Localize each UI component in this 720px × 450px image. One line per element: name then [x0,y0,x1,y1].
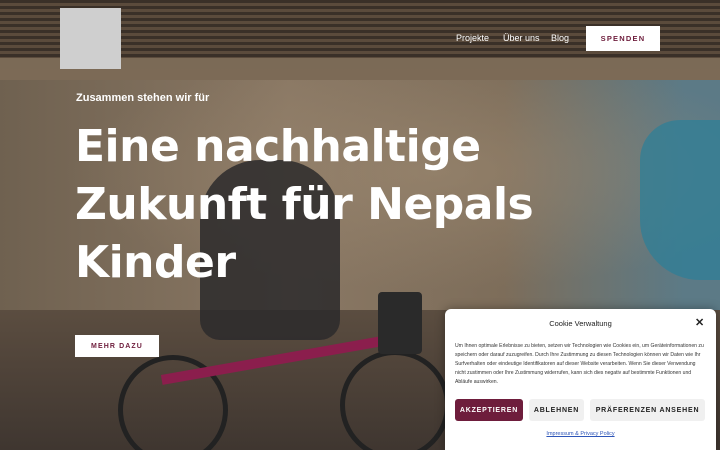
nav-link-ueber-uns[interactable]: Über uns [503,33,540,43]
imprint-privacy-link[interactable]: Impressum & Privacy Policy [445,431,716,437]
bicycle-front-wheel [340,350,450,450]
cookie-preferences-button[interactable]: PRÄFERENZEN ANSEHEN [590,399,705,421]
cookie-banner: Cookie Verwaltung ✕ Um Ihnen optimale Er… [445,309,716,450]
donate-button[interactable]: SPENDEN [586,26,660,51]
nav-link-blog[interactable]: Blog [551,33,569,43]
accept-cookies-button[interactable]: AKZEPTIEREN [455,399,523,421]
blue-mural-art [640,120,720,280]
more-button[interactable]: MEHR DAZU [75,335,159,357]
close-icon[interactable]: ✕ [695,318,704,329]
site-logo[interactable] [60,8,121,69]
hero-kicker: Zusammen stehen wir für [76,92,210,104]
cookie-banner-text: Um Ihnen optimale Erlebnisse zu bieten, … [455,343,704,385]
deny-cookies-button[interactable]: ABLEHNEN [529,399,584,421]
bicycle-basket [378,292,422,354]
hero-headline: Eine nachhaltige Zukunft für Nepals Kind… [75,121,534,288]
cookie-banner-title: Cookie Verwaltung [549,319,612,328]
nav-link-projekte[interactable]: Projekte [456,33,489,43]
